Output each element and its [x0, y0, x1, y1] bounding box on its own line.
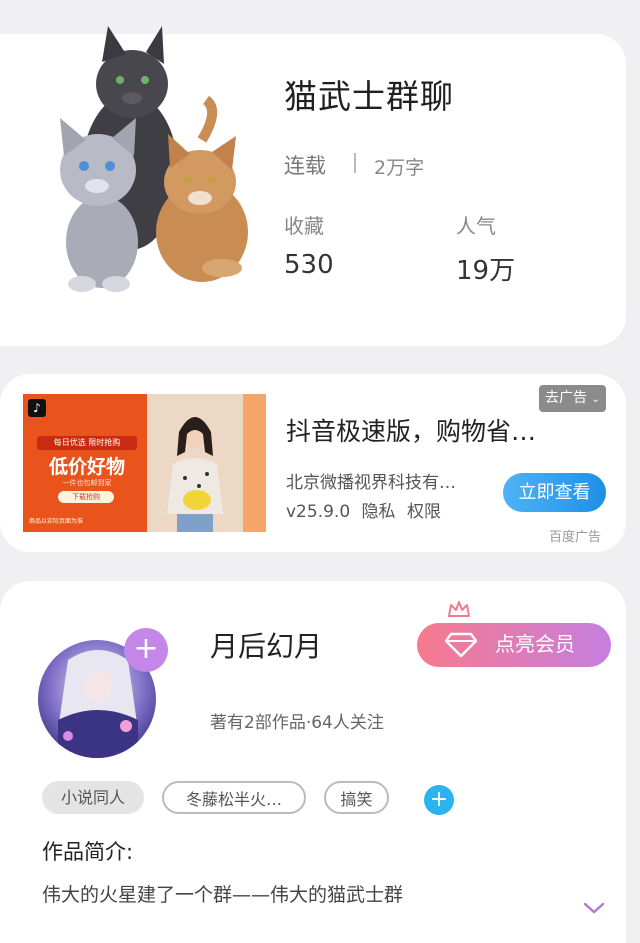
- popularity-count: 19万: [456, 256, 516, 286]
- ad-version: v25.9.0: [286, 502, 351, 522]
- intro-heading: 作品简介:: [42, 840, 134, 864]
- tag-2[interactable]: 搞笑: [324, 781, 389, 814]
- ad-view-now-button[interactable]: 立即查看: [503, 473, 606, 512]
- ad-image-top-tag: 每日优选 限时抢购: [37, 436, 137, 450]
- word-count: 2万字: [374, 157, 425, 179]
- collect-label: 收藏: [284, 214, 324, 238]
- diamond-icon: [445, 632, 477, 658]
- book-title: 猫武士群聊: [284, 77, 454, 116]
- status-divider: [354, 153, 356, 173]
- chevron-down-icon: ⌄: [591, 394, 600, 405]
- ad-image-subline: 一件也包邮到家: [62, 479, 112, 487]
- tiktok-icon: ♪: [28, 399, 46, 417]
- ad-meta: v25.9.0 隐私 权限: [286, 497, 441, 522]
- ad-title[interactable]: 抖音极速版，购物省…: [286, 412, 586, 448]
- ad-privacy-link[interactable]: 隐私: [362, 502, 396, 522]
- author-name[interactable]: 月后幻月: [210, 625, 322, 665]
- crown-icon: [448, 601, 470, 617]
- author-meta: 著有2部作品·64人关注: [210, 713, 384, 733]
- ad-image[interactable]: ♪ 每日优选 限时抢购 低价好物 一件也包邮到家 下载抢购 商品以实际页面为准: [23, 394, 266, 532]
- ad-image-footnote: 商品以实际页面为准: [29, 518, 84, 525]
- activate-vip-label: 点亮会员: [495, 634, 575, 656]
- activate-vip-button[interactable]: 点亮会员: [417, 623, 611, 667]
- popularity-label: 人气: [456, 214, 496, 238]
- ad-image-headline: 低价好物: [48, 456, 125, 478]
- ad-permission-link[interactable]: 权限: [407, 502, 441, 522]
- add-tag-button[interactable]: +: [424, 785, 454, 815]
- tag-1[interactable]: 冬藤松半火…: [162, 781, 306, 814]
- ad-image-photo: [147, 394, 266, 532]
- ad-image-button: 下载抢购: [58, 491, 114, 503]
- serial-status: 连载: [284, 154, 326, 178]
- ad-company: 北京微播视界科技有…: [286, 473, 456, 493]
- remove-ad-label: 去广告: [545, 390, 587, 406]
- ad-image-promo-panel: ♪ 每日优选 限时抢购 低价好物 一件也包邮到家 下载抢购 商品以实际页面为准: [23, 394, 147, 532]
- ad-source-label: 百度广告: [549, 530, 602, 545]
- expand-chevron-icon[interactable]: [582, 900, 606, 916]
- tabby-cat: [156, 95, 248, 282]
- intro-text: 伟大的火星建了一个群——伟大的猫武士群: [42, 884, 404, 906]
- book-cover-image[interactable]: [52, 22, 260, 294]
- tag-0[interactable]: 小说同人: [42, 781, 144, 814]
- remove-ad-button[interactable]: 去广告 ⌄: [539, 385, 606, 412]
- collect-count: 530: [284, 250, 334, 280]
- follow-plus-icon[interactable]: +: [124, 628, 168, 672]
- ad-model-figure: [147, 394, 266, 532]
